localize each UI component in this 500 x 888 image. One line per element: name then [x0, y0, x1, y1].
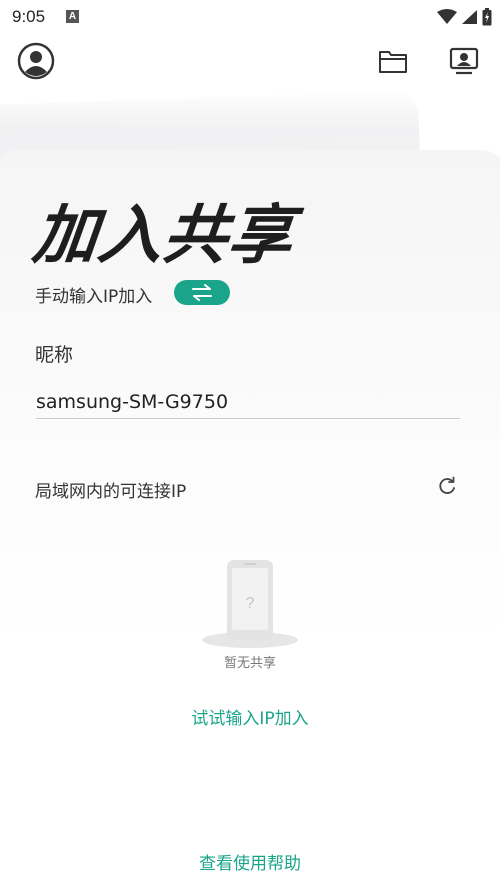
try-ip-join-link[interactable]: 试试输入IP加入 — [0, 704, 500, 729]
nickname-input[interactable] — [36, 386, 460, 419]
help-link[interactable]: 查看使用帮助 — [0, 849, 500, 874]
background-fade — [0, 90, 500, 130]
svg-text:?: ? — [246, 595, 255, 612]
refresh-icon — [439, 476, 455, 494]
screen-share-button[interactable] — [447, 44, 481, 78]
empty-state-text: 暂无共享 — [223, 656, 276, 671]
status-bar: 9:05 A — [0, 0, 500, 34]
signal-icon — [462, 10, 477, 24]
screen-share-icon — [449, 47, 479, 75]
folder-icon — [379, 51, 407, 73]
user-avatar-icon — [17, 42, 55, 80]
refresh-button[interactable] — [436, 476, 458, 498]
lan-ip-label: 局域网内的可连接IP — [35, 482, 187, 502]
phone-question-icon: ? — [202, 560, 298, 648]
wifi-icon — [437, 9, 457, 24]
status-icons — [437, 7, 492, 27]
notification-a-icon: A — [66, 10, 79, 23]
manual-ip-switch-button[interactable] — [174, 280, 230, 305]
empty-state-illustration: ? — [200, 556, 300, 652]
status-time: 9:05 — [12, 7, 46, 26]
manual-ip-label: 手动输入IP加入 — [35, 287, 153, 307]
folder-button[interactable] — [377, 45, 409, 77]
user-avatar-button[interactable] — [17, 42, 55, 80]
nickname-label: 昵称 — [35, 344, 74, 366]
swap-arrows-icon — [192, 284, 212, 301]
page-title: 加入共享 — [29, 199, 298, 273]
battery-icon — [482, 8, 492, 26]
